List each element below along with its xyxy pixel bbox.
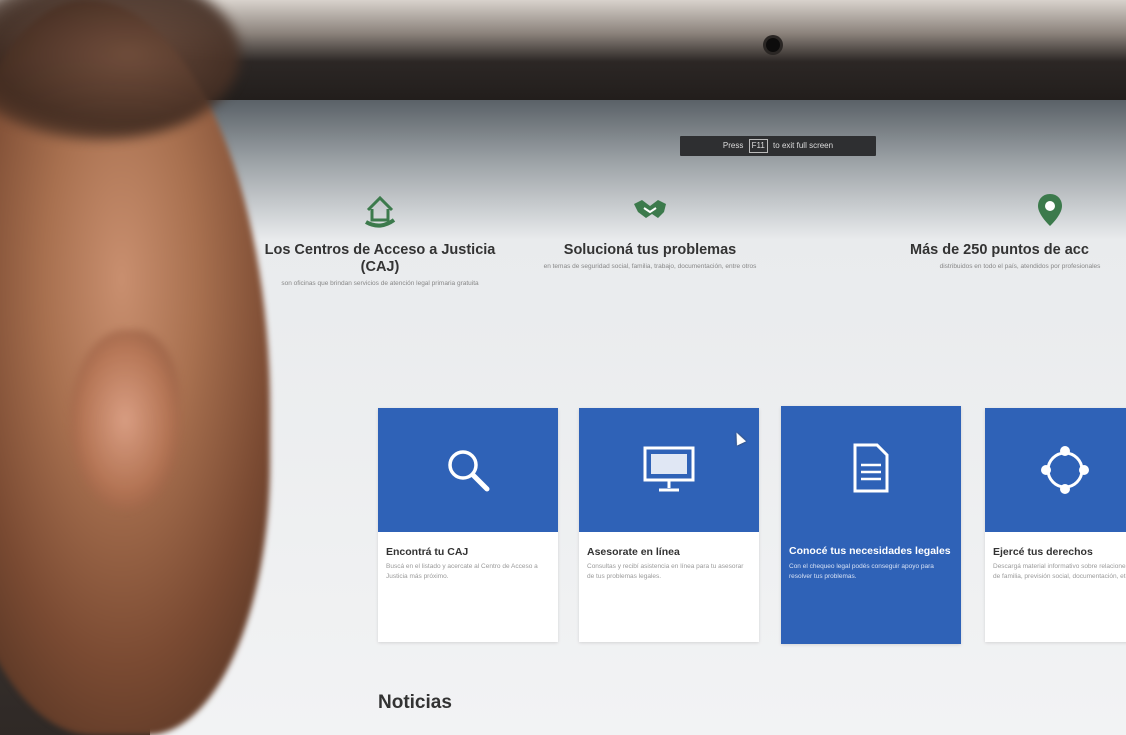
home-hands-icon [365,195,396,228]
card-desc: Buscá en el listado y acercate al Centro… [386,563,538,580]
document-icon [853,443,889,493]
search-icon [448,450,490,492]
card-desc: Con el chequeo legal podés conseguir apo… [789,563,934,580]
person-ear [70,330,180,510]
computer-icon [643,446,695,492]
card-online-advice[interactable]: Asesorate en línea Consultas y recibí as… [579,408,759,642]
handshake-icon [634,200,666,218]
card-legal-needs[interactable]: Conocé tus necesidades legales Con el ch… [781,406,961,644]
card-icon-area [579,408,759,532]
card-icon-area [781,406,961,530]
fullscreen-suffix: to exit full screen [773,141,834,150]
card-find-caj[interactable]: Encontrá tu CAJ Buscá en el listado y ac… [378,408,558,642]
feature-desc: son oficinas que brindan servicios de at… [281,280,479,287]
card-title: Encontrá tu CAJ [386,546,469,558]
feature-desc: distribuidos en todo el país, atendidos … [939,263,1101,270]
card-desc: Descargá material informativo sobre rela… [993,563,1126,580]
location-pin-icon [1038,194,1062,226]
card-title: Conocé tus necesidades legales [789,545,951,557]
feature-title: Más de 250 puntos de acc [910,242,1089,258]
card-title: Asesorate en línea [587,546,680,558]
card-title: Ejercé tus derechos [993,546,1093,558]
feature-title: Los Centros de Acceso a Justicia (CAJ) [264,242,496,275]
card-desc: Consultas y recibí asistencia en línea p… [587,563,744,580]
card-icon-area [985,408,1126,532]
feature-points: Más de 250 puntos de acc distribuidos en… [910,190,1126,272]
card-icon-area [378,408,558,532]
webcam [766,38,780,52]
feature-caj: Los Centros de Acceso a Justicia (CAJ) s… [260,190,500,289]
feature-problems: Solucioná tus problemas en temas de segu… [530,190,770,272]
photo-scene: Press F11 to exit full screen Los Centro… [0,0,1126,735]
monitor-screen: Press F11 to exit full screen Los Centro… [150,100,1126,735]
feature-title: Solucioná tus problemas [563,242,737,258]
card-rights[interactable]: Ejercé tus derechos Descargá material in… [985,408,1126,642]
news-title: Noticias [378,692,452,713]
fullscreen-banner: Press F11 to exit full screen [680,136,876,156]
fullscreen-prefix: Press [722,141,744,150]
fullscreen-key: F11 [748,139,768,153]
network-icon [1041,446,1089,494]
feature-desc: en temas de seguridad social, familia, t… [543,263,757,270]
